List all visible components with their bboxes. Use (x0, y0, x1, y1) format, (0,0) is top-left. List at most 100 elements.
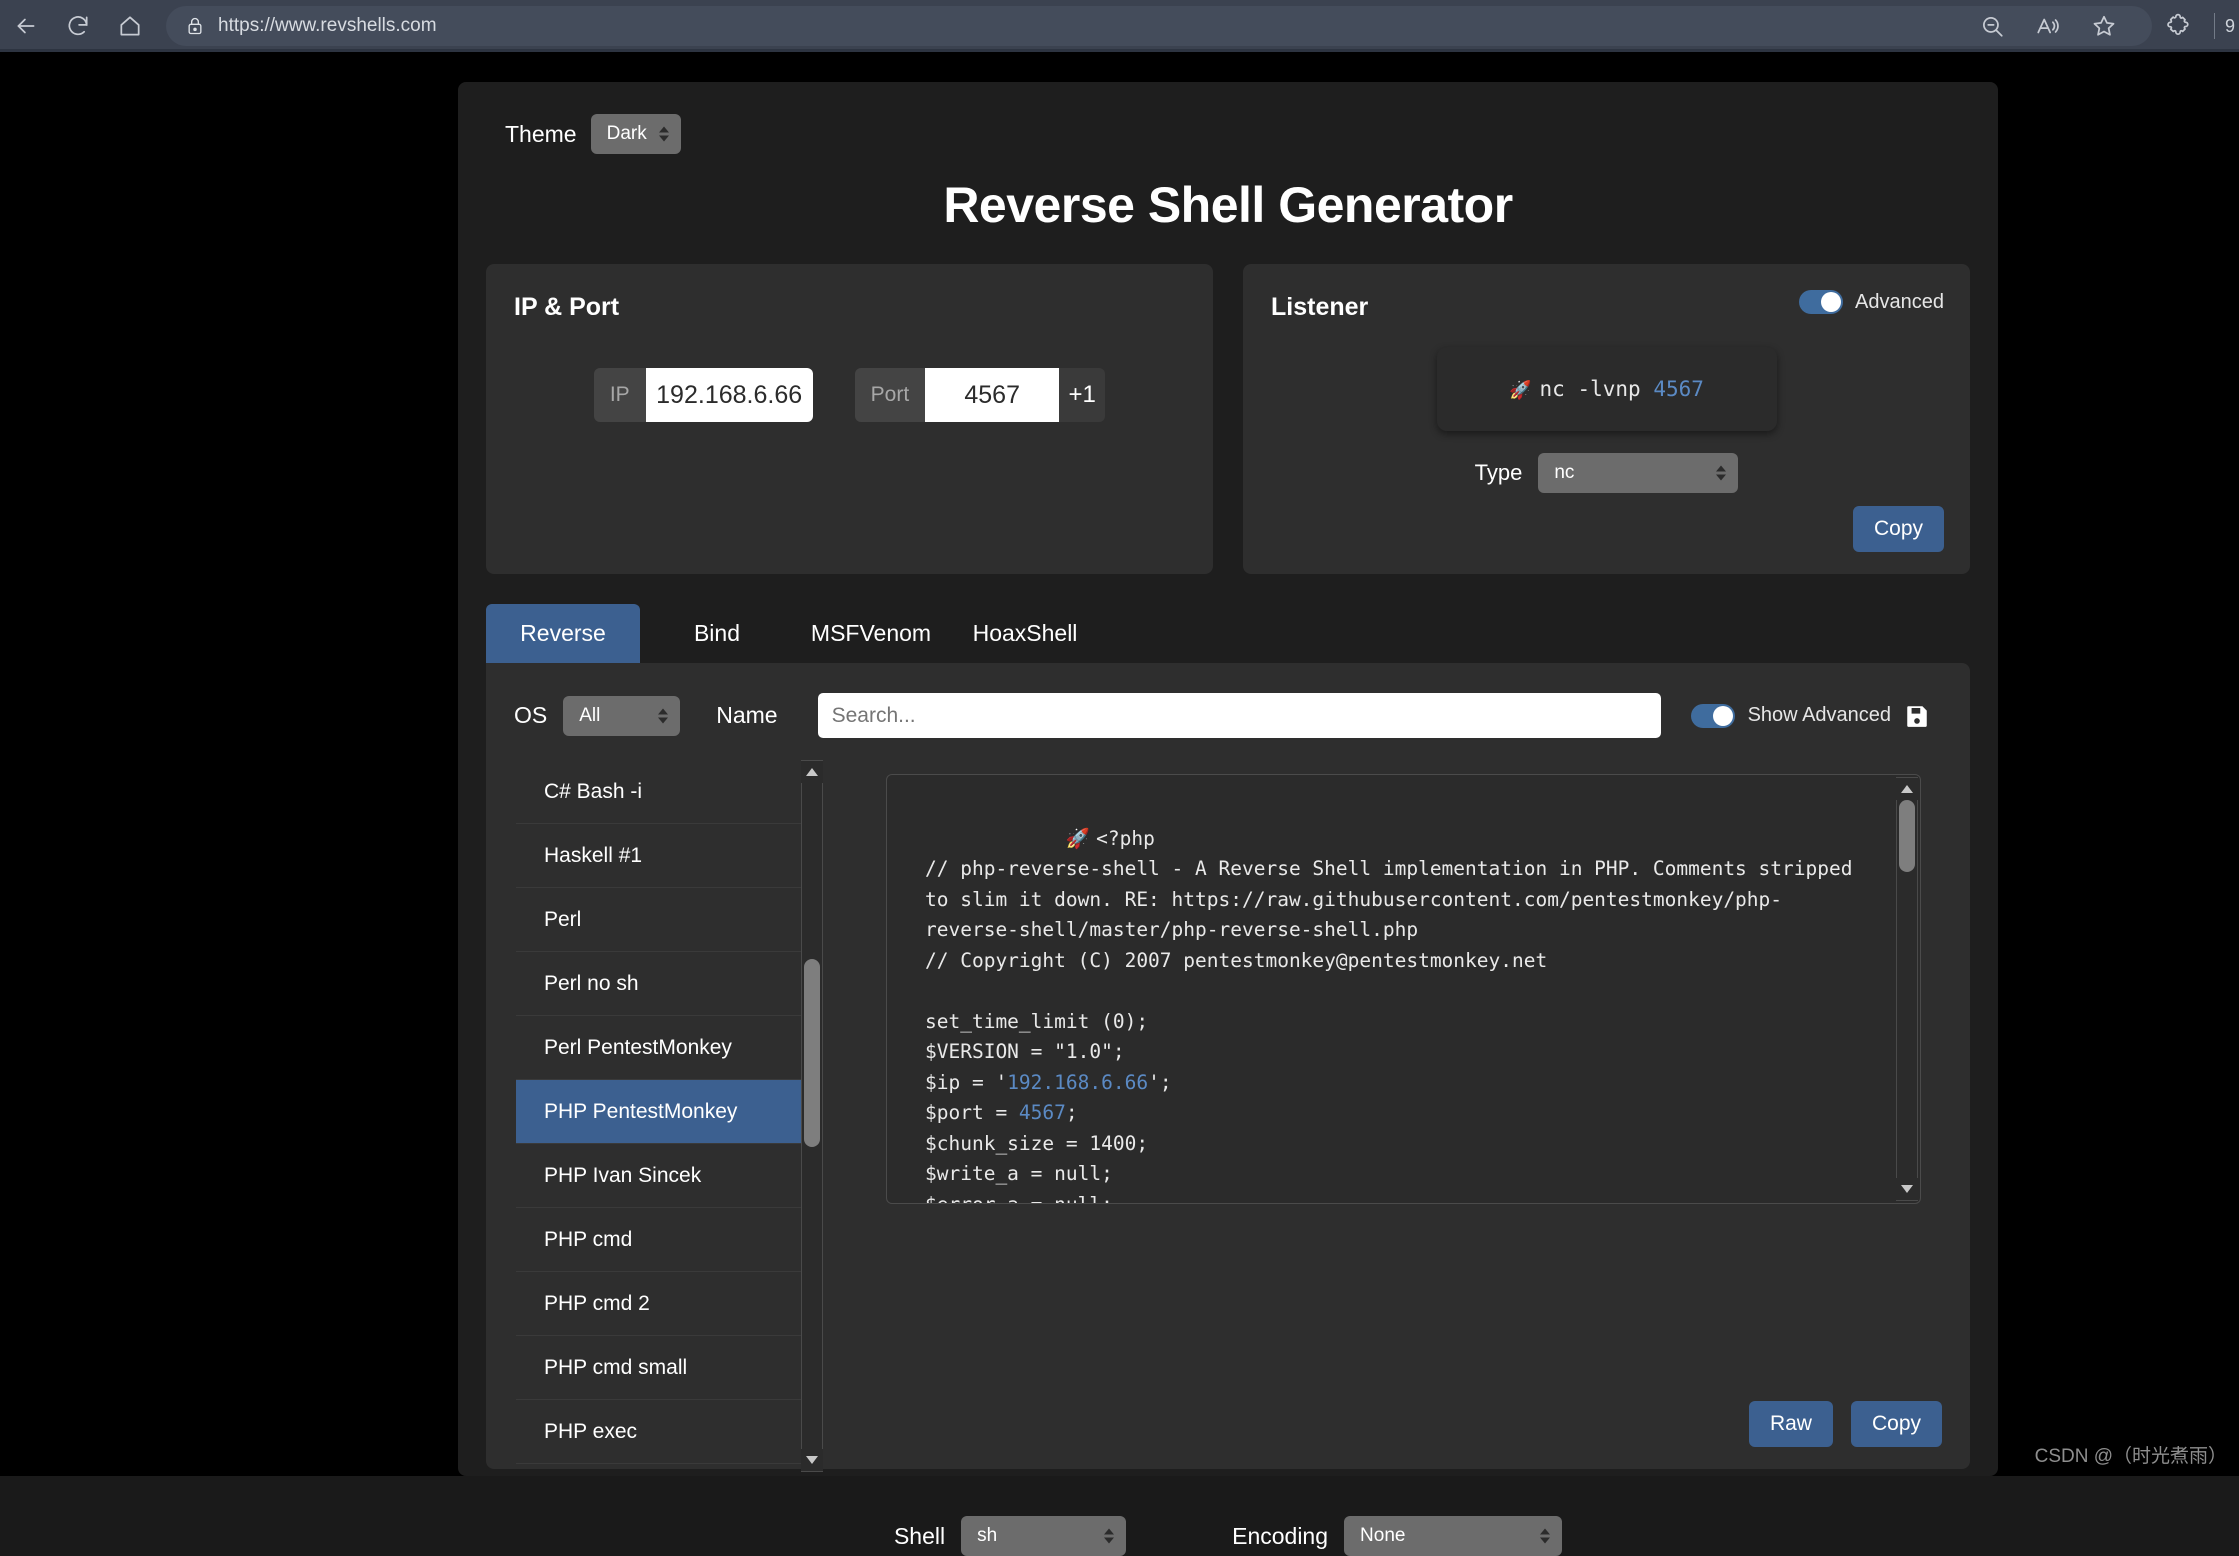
os-select[interactable]: All (563, 695, 681, 736)
toolbar-divider (2213, 13, 2215, 39)
output-options-row: Shell sh Encoding None (486, 1516, 1970, 1556)
browser-right-actions: 9 (2152, 0, 2239, 52)
ip-port-card-title: IP & Port (514, 293, 620, 321)
reverse-tab-panel: OS All Name Show Advanced (486, 663, 1970, 1556)
list-item[interactable]: Haskell #1 (516, 824, 823, 888)
os-select-value: All (579, 704, 601, 726)
port-input[interactable] (925, 368, 1060, 422)
os-label: OS (514, 702, 548, 728)
code-output-area[interactable]: 🚀 <?php // php-reverse-shell - A Reverse … (886, 774, 1921, 1204)
code-scrollbar-thumb[interactable] (1899, 800, 1915, 872)
url-text: https://www.revshells.com (218, 15, 437, 36)
tab-bind[interactable]: Bind (640, 604, 794, 663)
scrollbar-up-icon[interactable] (801, 761, 823, 783)
encoding-label: Encoding (1232, 1522, 1329, 1549)
show-advanced-label: Show Advanced (1747, 704, 1892, 726)
raw-button[interactable]: Raw (1748, 1401, 1833, 1447)
tab-hoaxshell[interactable]: HoaxShell (948, 604, 1102, 663)
filter-row: OS All Name Show Advanced (486, 663, 1970, 738)
code-scrollbar-up-icon[interactable] (1896, 778, 1918, 800)
ip-label: IP (593, 368, 646, 422)
listener-command-prefix: nc -lvnp (1539, 377, 1654, 401)
theme-select[interactable]: Dark (590, 114, 681, 154)
address-bar[interactable]: https://www.revshells.com (166, 6, 2152, 46)
code-scrollbar-track[interactable] (1896, 800, 1918, 1178)
save-floppy-icon[interactable] (1904, 703, 1930, 729)
port-increment-button[interactable]: +1 (1059, 368, 1106, 422)
port-label: Port (854, 368, 926, 422)
list-item[interactable]: C# Bash -i (516, 760, 823, 824)
listener-type-label: Type (1474, 460, 1523, 485)
ip-port-inputs: IP Port +1 (486, 368, 1213, 422)
reload-icon[interactable] (52, 6, 104, 46)
tab-reverse[interactable]: Reverse (486, 604, 640, 663)
name-label: Name (716, 702, 778, 728)
lock-icon (180, 16, 210, 36)
profile-avatar[interactable]: 9 (2225, 16, 2239, 37)
listener-command-box[interactable]: 🚀 nc -lvnp 4567 (1436, 347, 1777, 431)
list-item[interactable]: Perl PentestMonkey (516, 1016, 823, 1080)
shell-label: Shell (893, 1522, 946, 1549)
theme-label: Theme (505, 120, 577, 147)
listener-command-port: 4567 (1653, 377, 1704, 401)
favorite-star-icon[interactable] (2076, 6, 2132, 46)
encoding-select[interactable]: None (1344, 1516, 1563, 1556)
listener-type-row: Type nc (1243, 453, 1970, 493)
listener-copy-button[interactable]: Copy (1852, 506, 1944, 552)
rocket-icon: 🚀 (1065, 826, 1091, 850)
theme-row: Theme Dark (458, 82, 1998, 154)
output-buttons: Raw Copy (1748, 1401, 1942, 1447)
theme-select-value: Dark (606, 123, 647, 144)
scrollbar-thumb[interactable] (804, 959, 820, 1147)
extensions-puzzle-icon[interactable] (2152, 6, 2204, 46)
list-item[interactable]: PHP cmd (516, 1208, 823, 1272)
browser-toolbar: https://www.revshells.com 9 (0, 0, 2239, 52)
copy-output-button[interactable]: Copy (1850, 1401, 1942, 1447)
listener-type-value: nc (1554, 462, 1575, 483)
page-title: Reverse Shell Generator (943, 177, 1513, 233)
zoom-out-icon[interactable] (1964, 6, 2020, 46)
list-item[interactable]: PHP exec (516, 1400, 823, 1464)
search-input[interactable] (817, 693, 1661, 738)
chevron-updown-icon (1104, 1528, 1115, 1544)
show-advanced-row: Show Advanced (1690, 703, 1930, 729)
list-item[interactable]: PHP cmd small (516, 1336, 823, 1400)
shell-list-scrollbar[interactable] (801, 760, 823, 1472)
page-background: Theme Dark Reverse Shell Generator IP & … (0, 52, 2239, 1556)
tab-msfvenom[interactable]: MSFVenom (794, 604, 948, 663)
advanced-toggle-label: Advanced (1855, 290, 1944, 313)
home-icon[interactable] (104, 6, 156, 46)
listener-command-text: 🚀 nc -lvnp 4567 (1509, 377, 1704, 401)
chevron-updown-icon (1540, 1528, 1551, 1544)
back-arrow-icon[interactable] (0, 6, 52, 46)
show-advanced-toggle[interactable] (1690, 703, 1735, 728)
shell-body-row: C# Bash -i Haskell #1 Perl Perl no sh Pe… (486, 738, 1970, 1472)
chevron-updown-icon (658, 126, 669, 142)
shell-tabs: Reverse Bind MSFVenom HoaxShell (486, 604, 1998, 663)
listener-type-select[interactable]: nc (1538, 453, 1739, 493)
scrollbar-track[interactable] (801, 783, 823, 1449)
list-item-selected[interactable]: PHP PentestMonkey (516, 1080, 823, 1144)
scrollbar-down-icon[interactable] (801, 1449, 823, 1471)
chevron-updown-icon (658, 708, 669, 723)
ip-input[interactable] (645, 368, 813, 422)
shell-select-value: sh (977, 1525, 998, 1546)
port-input-group: Port +1 (854, 368, 1106, 422)
list-item[interactable]: PHP Ivan Sincek (516, 1144, 823, 1208)
shell-list-wrapper: C# Bash -i Haskell #1 Perl Perl no sh Pe… (516, 760, 823, 1472)
shell-select[interactable]: sh (961, 1516, 1127, 1556)
list-item[interactable]: Perl no sh (516, 952, 823, 1016)
code-scrollbar-down-icon[interactable] (1896, 1178, 1918, 1200)
code-output-text: 🚀 <?php // php-reverse-shell - A Reverse … (925, 826, 1865, 1204)
listener-card: Listener Advanced 🚀 nc -lvnp 4567 Type nc (1243, 264, 1970, 574)
code-scrollbar[interactable] (1896, 777, 1918, 1201)
shell-list: C# Bash -i Haskell #1 Perl Perl no sh Pe… (516, 760, 823, 1464)
advanced-toggle-row: Advanced (1799, 290, 1944, 314)
list-item[interactable]: PHP cmd 2 (516, 1272, 823, 1336)
watermark: CSDN @（时光煮雨） (2034, 1446, 2227, 1467)
list-item[interactable]: Perl (516, 888, 823, 952)
read-aloud-icon[interactable] (2020, 6, 2076, 46)
app-container: Theme Dark Reverse Shell Generator IP & … (458, 82, 1998, 1556)
advanced-toggle[interactable] (1799, 290, 1844, 314)
cards-row: IP & Port IP Port +1 Listener (458, 234, 1998, 574)
